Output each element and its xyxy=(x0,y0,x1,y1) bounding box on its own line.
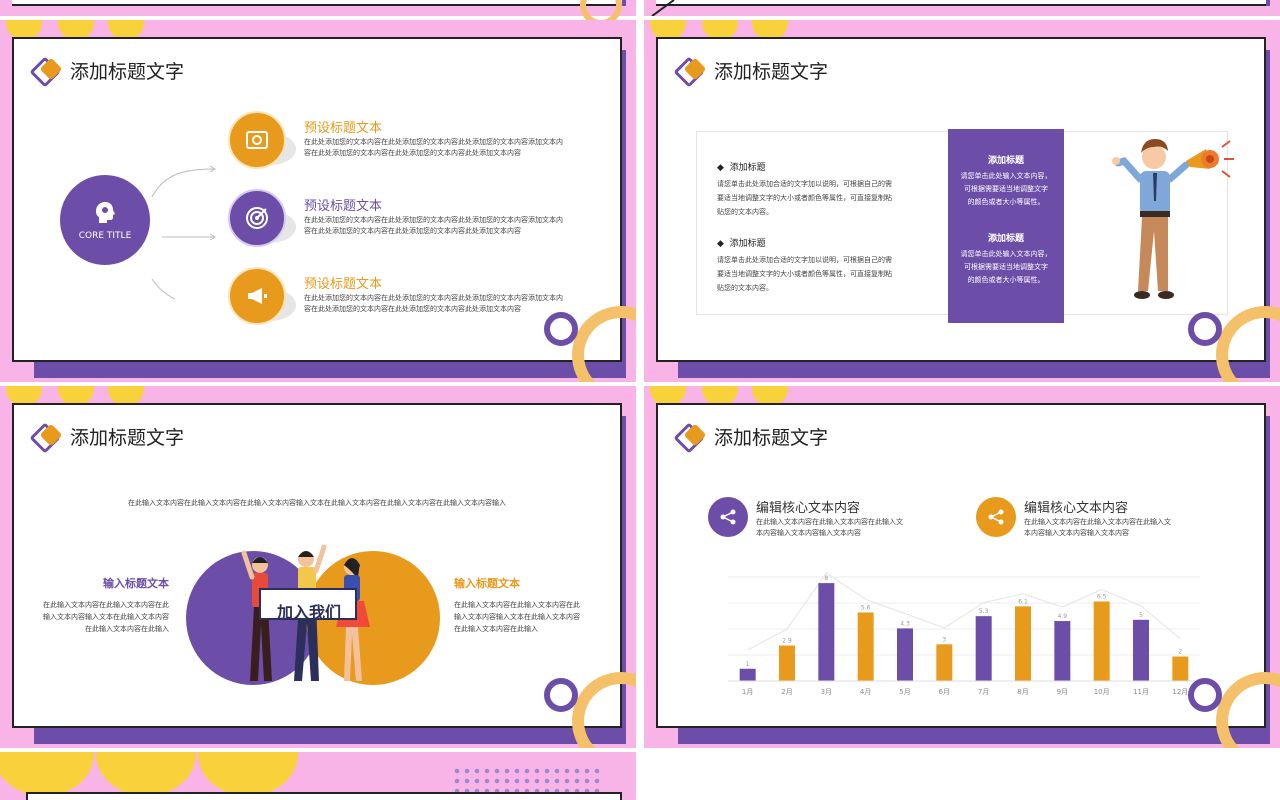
man-megaphone-illustration xyxy=(1112,139,1234,299)
bar-8 xyxy=(1015,606,1031,681)
right-text-group: 输入标题文本 在此输入文本内容在此输入文本内容在此 输入文本内容输入文本在此输入文… xyxy=(454,577,580,633)
bar-9 xyxy=(1054,621,1071,681)
target-icon xyxy=(228,189,286,247)
join-us-sign-text: 加入我们 xyxy=(276,603,341,622)
diamond-logo-icon xyxy=(673,56,710,88)
connector-arrows xyxy=(151,165,216,299)
text-block-1: ◆ 添加标题 请您单击此处添加合适的文字加以说明，可根据自己的需 要适当地调整文字… xyxy=(717,163,892,216)
slide-title: 添加标题文字 xyxy=(673,422,828,454)
bar-value-label: 5.6 xyxy=(861,604,871,611)
x-tick-label: 4月 xyxy=(860,688,871,696)
x-tick-label: 5月 xyxy=(899,688,910,696)
slide-3[interactable]: 添加标题文字 在此输入文本内容在此输入文本内容在此输入文本内容输入文本在此输入文… xyxy=(0,386,636,748)
bar-7 xyxy=(975,616,992,681)
bar-value-label: 8 xyxy=(824,575,828,582)
bar-value-label: 2 xyxy=(1178,649,1182,656)
bar-2 xyxy=(779,645,795,681)
x-tick-label: 6月 xyxy=(939,688,950,696)
bar-value-label: 6.1 xyxy=(1018,598,1028,605)
share-icon xyxy=(708,497,748,537)
x-tick-label: 7月 xyxy=(978,688,989,696)
left-text-group: 输入标题文本 在此输入文本内容在此输入文本内容在此 输入文本内容输入文本在此输入文… xyxy=(43,577,169,633)
trend-line xyxy=(747,572,1181,651)
share-icon xyxy=(976,497,1016,537)
top-strip-right xyxy=(644,0,1280,16)
bar-value-label: 6.5 xyxy=(1097,593,1107,600)
slide-title: 添加标题文字 xyxy=(29,422,184,454)
bar-12 xyxy=(1172,656,1189,681)
megaphone-icon xyxy=(228,267,286,325)
bar-10 xyxy=(1093,601,1110,681)
slide-1[interactable]: 添加标题文字 CORE TITLE 预设标题文本 在此处添加您的文本内容在此处添… xyxy=(0,20,636,382)
x-tick-label: 3月 xyxy=(821,688,832,696)
ring-decoration xyxy=(1188,678,1222,712)
bar-5 xyxy=(897,628,913,681)
header-block-2: 编辑核心文本内容 在此输入文本内容在此输入文本内容在此输入文 本内容输入文本内容输… xyxy=(976,497,1236,541)
x-tick-label: 1月 xyxy=(742,688,753,696)
x-tick-label: 12月 xyxy=(1172,688,1188,696)
bar-value-label: 4.9 xyxy=(1058,613,1068,620)
diamond-logo-icon xyxy=(673,422,710,454)
bar-value-label: 2.9 xyxy=(782,638,792,645)
diamond-logo-icon xyxy=(29,422,66,454)
x-tick-label: 9月 xyxy=(1057,688,1068,696)
bar-11 xyxy=(1133,619,1149,681)
x-tick-label: 11月 xyxy=(1133,688,1149,696)
core-circle: CORE TITLE xyxy=(60,175,150,265)
image-frame-icon xyxy=(228,111,286,169)
intro-text: 在此输入文本内容在此输入文本内容在此输入文本内容输入文本在此输入文本内容在此输入… xyxy=(128,499,506,507)
item-2-title: 预设标题文本 xyxy=(304,199,383,214)
slide-4[interactable]: 添加标题文字 编辑核心文本内容 在此输入文本内容在此输入文本内容在此输入文 本内容… xyxy=(644,386,1280,748)
purple-panel: 添加标题 请您单击此处输入文本内容， 可根据需要适当地调整文字 的颜色或者大小等属性… xyxy=(948,129,1064,323)
ring-decoration xyxy=(544,312,578,346)
x-tick-label: 8月 xyxy=(1017,688,1028,696)
bar-value-label: 3 xyxy=(942,636,946,643)
bar-4 xyxy=(857,612,874,681)
item-2[interactable]: 预设标题文本 在此处添加您的文本内容在此处添加您的文本内容此处添加您的文本内容添… xyxy=(228,189,608,249)
bar-value-label: 4.3 xyxy=(900,620,910,627)
slide-title: 添加标题文字 xyxy=(29,56,184,88)
ring-decoration xyxy=(1188,312,1222,346)
head-brain-icon xyxy=(96,202,115,223)
bar-value-label: 1 xyxy=(746,661,750,668)
slide-2[interactable]: 添加标题文字 ◆ 添加标题 请您单击此处添加合适的文字加以说明，可根据自己的需要… xyxy=(644,20,1280,382)
bar-1 xyxy=(739,668,756,681)
x-tick-label: 10月 xyxy=(1094,688,1110,696)
core-title-label: CORE TITLE xyxy=(78,231,132,241)
diamond-logo-icon xyxy=(29,56,66,88)
item-2-desc: 在此处添加您的文本内容在此处添加您的文本内容此处添加您的文本内容添加文本内 容在此… xyxy=(304,216,563,235)
header-block-1: 编辑核心文本内容 在此输入文本内容在此输入文本内容在此输入文 本内容输入文本内容输… xyxy=(708,497,968,541)
bar-value-label: 5 xyxy=(1139,612,1143,619)
monthly-bar-chart: 11月2.92月83月5.64月4.35月36月5.37月6.18月4.99月6… xyxy=(728,572,1200,696)
top-strip-left xyxy=(0,0,636,26)
ring-decoration xyxy=(544,678,578,712)
bar-6 xyxy=(936,644,953,681)
text-block-2: ◆ 添加标题 请您单击此处添加合适的文字加以说明，可根据自己的需 要适当地调整文字… xyxy=(717,239,892,292)
x-tick-label: 2月 xyxy=(781,688,792,696)
item-3-title: 预设标题文本 xyxy=(304,277,383,292)
bar-value-label: 5.3 xyxy=(979,608,989,615)
slide-5-partial[interactable] xyxy=(0,752,636,800)
item-1-title: 预设标题文本 xyxy=(304,121,383,136)
item-1[interactable]: 预设标题文本 在此处添加您的文本内容在此处添加您的文本内容此处添加您的文本内容添… xyxy=(228,111,608,171)
bar-3 xyxy=(818,583,835,681)
item-1-desc: 在此处添加您的文本内容在此处添加您的文本内容此处添加您的文本内容添加文本内 容在此… xyxy=(304,138,563,157)
slide-title: 添加标题文字 xyxy=(673,56,828,88)
